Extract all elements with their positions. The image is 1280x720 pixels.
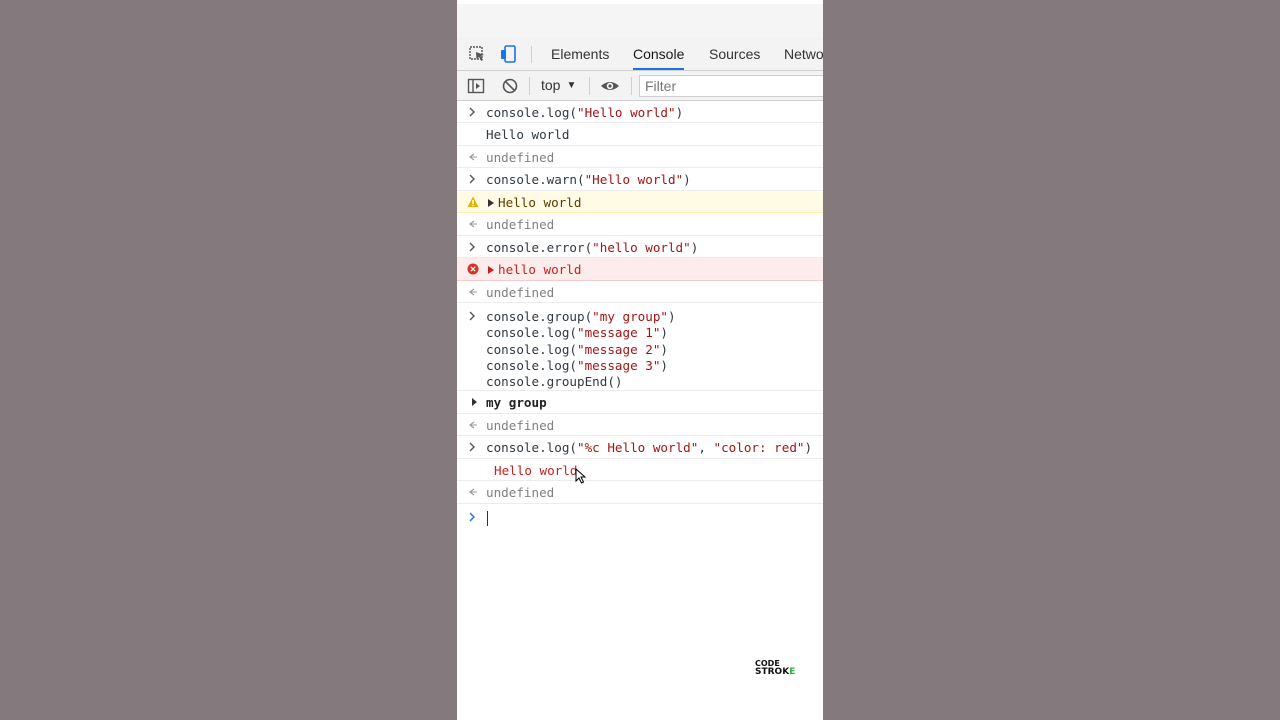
console-return-row: undefined	[457, 146, 823, 168]
styled-log-message: Hello world	[494, 463, 578, 478]
return-value: undefined	[486, 285, 555, 300]
error-icon	[467, 262, 479, 276]
toolbar-separator	[631, 77, 632, 95]
logo-line-2: STROKE	[755, 667, 796, 677]
return-value: undefined	[486, 217, 555, 232]
return-value: undefined	[486, 485, 555, 500]
tab-sources[interactable]: Sources	[709, 38, 760, 70]
live-expression-eye-icon[interactable]	[600, 77, 619, 95]
tab-console[interactable]: Console	[633, 38, 685, 70]
console-return-row: undefined	[457, 213, 823, 236]
window-top-strip	[457, 0, 823, 38]
tab-separator	[531, 46, 532, 63]
warning-icon	[467, 195, 479, 209]
console-toolbar: top ▼ Filter	[457, 71, 823, 101]
console-input-code: console.error("hello world")	[486, 240, 699, 255]
console-input-code: console.warn("Hello world")	[486, 172, 691, 187]
prompt-chevron-icon	[467, 309, 479, 323]
context-selector[interactable]: top ▼	[541, 71, 576, 100]
console-input-row: console.log("%c Hello world", "color: re…	[457, 436, 823, 459]
console-group-row[interactable]: my group	[457, 391, 823, 414]
console-input-row: console.group("my group") console.log("m…	[457, 303, 823, 391]
prompt-chevron-icon	[467, 172, 479, 186]
expand-triangle-icon[interactable]	[488, 266, 494, 274]
context-label: top	[541, 77, 561, 93]
console-input-code: console.log("Hello world")	[486, 105, 684, 120]
console-input-row: console.warn("Hello world")	[457, 168, 823, 191]
toolbar-separator	[589, 77, 590, 95]
expand-triangle-icon[interactable]	[488, 199, 494, 207]
console-prompt-row[interactable]	[457, 504, 823, 532]
prompt-chevron-icon	[467, 510, 479, 524]
filter-input[interactable]: Filter	[639, 75, 823, 97]
show-sidebar-icon[interactable]	[467, 77, 485, 95]
devtools-tab-bar: Elements Console Sources Netwo	[457, 38, 823, 71]
console-input-code: console.group("my group") console.log("m…	[486, 309, 676, 390]
group-label[interactable]: my group	[486, 395, 547, 411]
console-styled-log-row: Hello world	[457, 459, 823, 481]
prompt-chevron-icon	[467, 440, 479, 454]
console-warning-row[interactable]: Hello world	[457, 191, 823, 213]
tab-network[interactable]: Netwo	[784, 38, 823, 70]
tab-elements[interactable]: Elements	[551, 38, 609, 70]
clear-console-icon[interactable]	[501, 77, 519, 95]
warning-message[interactable]: Hello world	[488, 195, 581, 211]
log-message: Hello world	[486, 127, 570, 142]
return-arrow-icon	[467, 285, 479, 299]
console-return-row: undefined	[457, 414, 823, 436]
return-value: undefined	[486, 150, 555, 165]
console-log-row: Hello world	[457, 123, 823, 146]
group-expand-triangle-icon[interactable]	[470, 396, 482, 410]
console-error-row[interactable]: hello world	[457, 258, 823, 281]
codestroke-logo: CODE STROKE	[755, 660, 795, 678]
inspect-element-icon[interactable]	[468, 45, 488, 63]
return-arrow-icon	[467, 418, 479, 432]
console-input-row: console.error("hello world")	[457, 236, 823, 258]
console-return-row: undefined	[457, 481, 823, 504]
return-arrow-icon	[467, 217, 479, 231]
console-return-row: undefined	[457, 281, 823, 303]
prompt-chevron-icon	[467, 240, 479, 254]
text-cursor	[487, 511, 488, 526]
console-input-code: console.log("%c Hello world", "color: re…	[486, 440, 813, 455]
device-toolbar-icon[interactable]	[499, 45, 519, 63]
return-arrow-icon	[467, 150, 479, 164]
dropdown-caret-icon: ▼	[566, 80, 577, 91]
prompt-chevron-icon	[467, 105, 479, 119]
return-value: undefined	[486, 418, 555, 433]
return-arrow-icon	[467, 485, 479, 499]
console-messages: console.log("Hello world") Hello world u…	[457, 101, 823, 532]
error-message[interactable]: hello world	[488, 262, 581, 278]
devtools-panel: Elements Console Sources Netwo top ▼ Filt…	[457, 0, 823, 720]
toolbar-separator	[529, 77, 530, 95]
mouse-pointer-icon	[575, 467, 587, 489]
console-input-row: console.log("Hello world")	[457, 101, 823, 123]
